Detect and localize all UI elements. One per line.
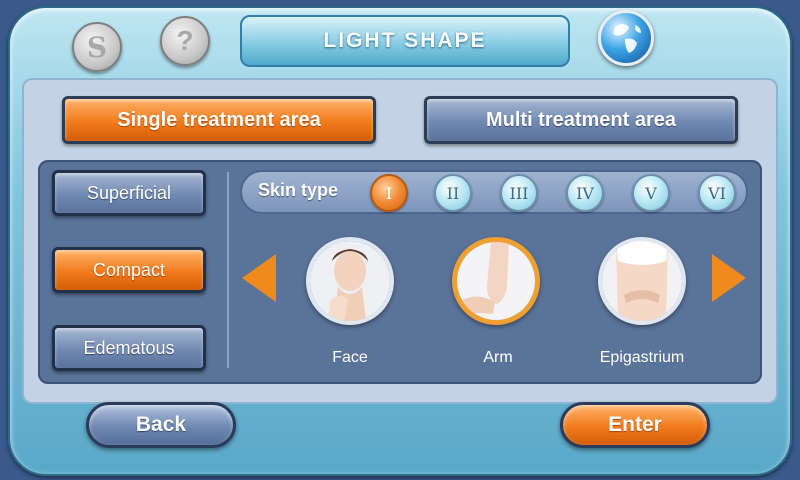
area-face-label: Face	[332, 349, 368, 366]
edematous-label: Edematous	[83, 337, 175, 358]
area-epigastrium-label: Epigastrium	[599, 349, 685, 366]
edematous-button[interactable]: Edematous	[52, 325, 206, 371]
help-button-label: ?	[176, 25, 194, 56]
skin-type-6-label: VI	[708, 183, 726, 203]
area-arm-image[interactable]	[452, 237, 540, 325]
skin-type-4-label: IV	[576, 183, 594, 203]
skin-type-3-button[interactable]: III	[500, 174, 538, 212]
enter-button-label: Enter	[608, 413, 662, 436]
s-button-label: S	[86, 30, 108, 64]
globe-icon-graphic	[613, 24, 641, 53]
skin-type-3-label: III	[509, 183, 529, 203]
enter-button[interactable]: Enter	[560, 402, 710, 448]
back-button[interactable]: Back	[86, 402, 236, 448]
compact-label: Compact	[92, 259, 166, 280]
s-button[interactable]: S	[72, 22, 122, 72]
previous-arrow-icon[interactable]	[242, 254, 276, 302]
skin-type-1-label: I	[385, 183, 393, 203]
compact-button[interactable]: Compact	[52, 247, 206, 293]
page-title: LIGHT SHAPE	[240, 15, 570, 67]
tab-single-treatment-area[interactable]: Single treatment area	[62, 96, 376, 144]
back-button-label: Back	[135, 413, 187, 436]
area-face-image[interactable]	[306, 237, 394, 325]
skin-type-2-button[interactable]: II	[434, 174, 472, 212]
page-title-text: LIGHT SHAPE	[323, 29, 487, 52]
face-photo-icon	[310, 241, 390, 321]
help-button[interactable]: ?	[160, 16, 210, 66]
next-arrow-icon[interactable]	[712, 254, 746, 302]
superficial-button[interactable]: Superficial	[52, 170, 206, 216]
skin-type-label: Skin type	[258, 180, 339, 200]
globe-icon[interactable]	[598, 10, 654, 66]
skin-type-2-label: II	[446, 183, 460, 203]
area-arm-label: Arm	[483, 349, 513, 366]
tab-single-label: Single treatment area	[117, 108, 321, 131]
skin-type-4-button[interactable]: IV	[566, 174, 604, 212]
skin-type-6-button[interactable]: VI	[698, 174, 736, 212]
arm-photo-icon	[457, 242, 535, 320]
skin-type-5-button[interactable]: V	[632, 174, 670, 212]
epigastrium-photo-icon	[602, 241, 682, 321]
superficial-label: Superficial	[86, 182, 172, 203]
panel-divider	[227, 172, 229, 368]
area-epigastrium-image[interactable]	[598, 237, 686, 325]
skin-type-5-label: V	[645, 183, 657, 203]
skin-type-1-button[interactable]: I	[370, 174, 408, 212]
tab-multi-treatment-area[interactable]: Multi treatment area	[424, 96, 738, 144]
tab-multi-label: Multi treatment area	[485, 108, 677, 131]
